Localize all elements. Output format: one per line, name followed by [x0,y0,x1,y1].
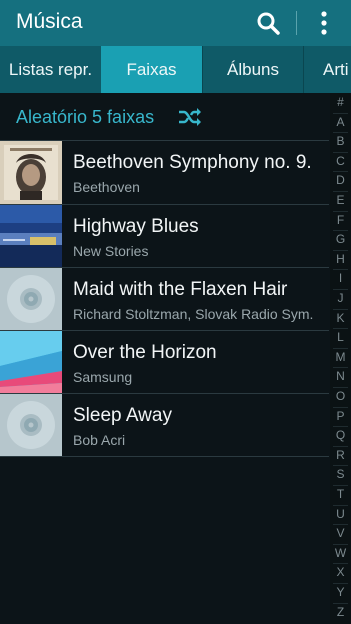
shuffle-icon [178,107,202,132]
index-letter[interactable]: Q [330,428,351,442]
index-divider [333,485,348,486]
album-art-beethoven [0,141,62,204]
app-title: Música [16,10,83,33]
index-divider [333,249,348,251]
index-letter[interactable]: Z [330,605,351,619]
index-divider [333,308,348,310]
index-divider [333,406,348,408]
track-artist: Bob Acri [73,432,126,448]
index-divider [333,328,348,330]
index-divider [333,289,348,290]
track-title: Sleep Away [73,405,172,426]
index-divider [333,230,348,232]
tab-tracks[interactable]: Faixas [101,46,202,93]
track-row[interactable]: Sleep Away Bob Acri [0,394,329,457]
tab-label: Álbuns [227,59,279,79]
index-letter[interactable]: D [330,173,351,187]
track-title: Maid with the Flaxen Hair [73,279,288,300]
index-letter[interactable]: Y [330,585,351,599]
index-divider [333,387,348,388]
list-divider [0,456,329,457]
index-divider [333,563,348,565]
index-letter[interactable]: S [330,467,351,481]
index-divider [333,524,348,526]
index-letter[interactable]: P [330,409,351,423]
index-letter[interactable]: C [330,154,351,168]
index-letter[interactable]: I [330,271,351,285]
track-artist: Beethoven [73,179,140,195]
index-letter[interactable]: H [330,252,351,266]
cd-placeholder-icon [0,394,62,457]
track-title: Highway Blues [73,216,199,237]
index-divider [333,504,348,506]
index-divider [333,367,348,369]
index-letter[interactable]: U [330,507,351,521]
album-art-highway [0,205,62,268]
tab-label: Faixas [126,59,177,79]
index-letter[interactable]: T [330,487,351,501]
index-divider [333,191,348,192]
alphabet-index-scrollbar[interactable]: # A B C D E F G H I J K L M N O P Q R S T U V W X Y Z [330,93,351,624]
tab-label: Arti [323,59,349,79]
index-divider [333,465,348,467]
track-title: Over the Horizon [73,342,217,363]
shuffle-all-row[interactable]: Aleatório 5 faixas [0,93,329,140]
index-divider [333,347,348,349]
index-letter[interactable]: R [330,448,351,462]
index-divider [333,426,348,428]
index-letter[interactable]: W [330,546,351,560]
index-letter[interactable]: X [330,565,351,579]
track-title: Beethoven Symphony no. 9. [73,152,312,173]
album-art-horizon [0,331,62,394]
index-letter[interactable]: J [330,291,351,305]
index-divider [333,583,348,584]
index-letter[interactable]: V [330,526,351,540]
track-artist: New Stories [73,243,149,259]
index-letter[interactable]: M [330,350,351,364]
index-letter[interactable]: K [330,311,351,325]
index-letter[interactable]: F [330,213,351,227]
tab-artists[interactable]: Arti [304,46,351,93]
shuffle-label: Aleatório 5 faixas [16,107,155,127]
index-letter[interactable]: # [330,95,351,109]
index-letter[interactable]: B [330,134,351,148]
tab-albums[interactable]: Álbuns [203,46,303,93]
index-letter[interactable]: A [330,115,351,129]
index-divider [333,269,348,271]
tab-bar: Listas repr. Faixas Álbuns Arti [0,46,351,93]
index-letter[interactable]: L [330,330,351,344]
track-row[interactable]: Beethoven Symphony no. 9. Beethoven [0,141,329,204]
more-vert-icon[interactable] [314,10,334,36]
search-icon[interactable] [256,11,280,35]
index-divider [333,132,348,134]
index-letter[interactable]: O [330,389,351,403]
tab-label: Listas repr. [8,59,93,79]
track-row[interactable]: Maid with the Flaxen Hair Richard Stoltz… [0,268,329,331]
index-letter[interactable]: N [330,369,351,383]
track-row[interactable]: Over the Horizon Samsung [0,331,329,394]
app-bar: Música [0,0,351,46]
track-artist: Richard Stoltzman, Slovak Radio Sym. [73,306,314,322]
index-divider [333,171,348,173]
track-artist: Samsung [73,369,133,385]
appbar-divider [296,11,297,35]
tab-playlists[interactable]: Listas repr. [0,46,101,93]
cd-placeholder-icon [0,268,62,331]
index-divider [333,543,348,545]
index-divider [333,602,348,604]
index-divider [333,445,348,447]
index-divider [333,210,348,212]
track-row[interactable]: Highway Blues New Stories [0,205,329,268]
index-letter[interactable]: G [330,232,351,246]
index-divider [333,112,348,114]
index-divider [333,151,348,153]
index-letter[interactable]: E [330,193,351,207]
